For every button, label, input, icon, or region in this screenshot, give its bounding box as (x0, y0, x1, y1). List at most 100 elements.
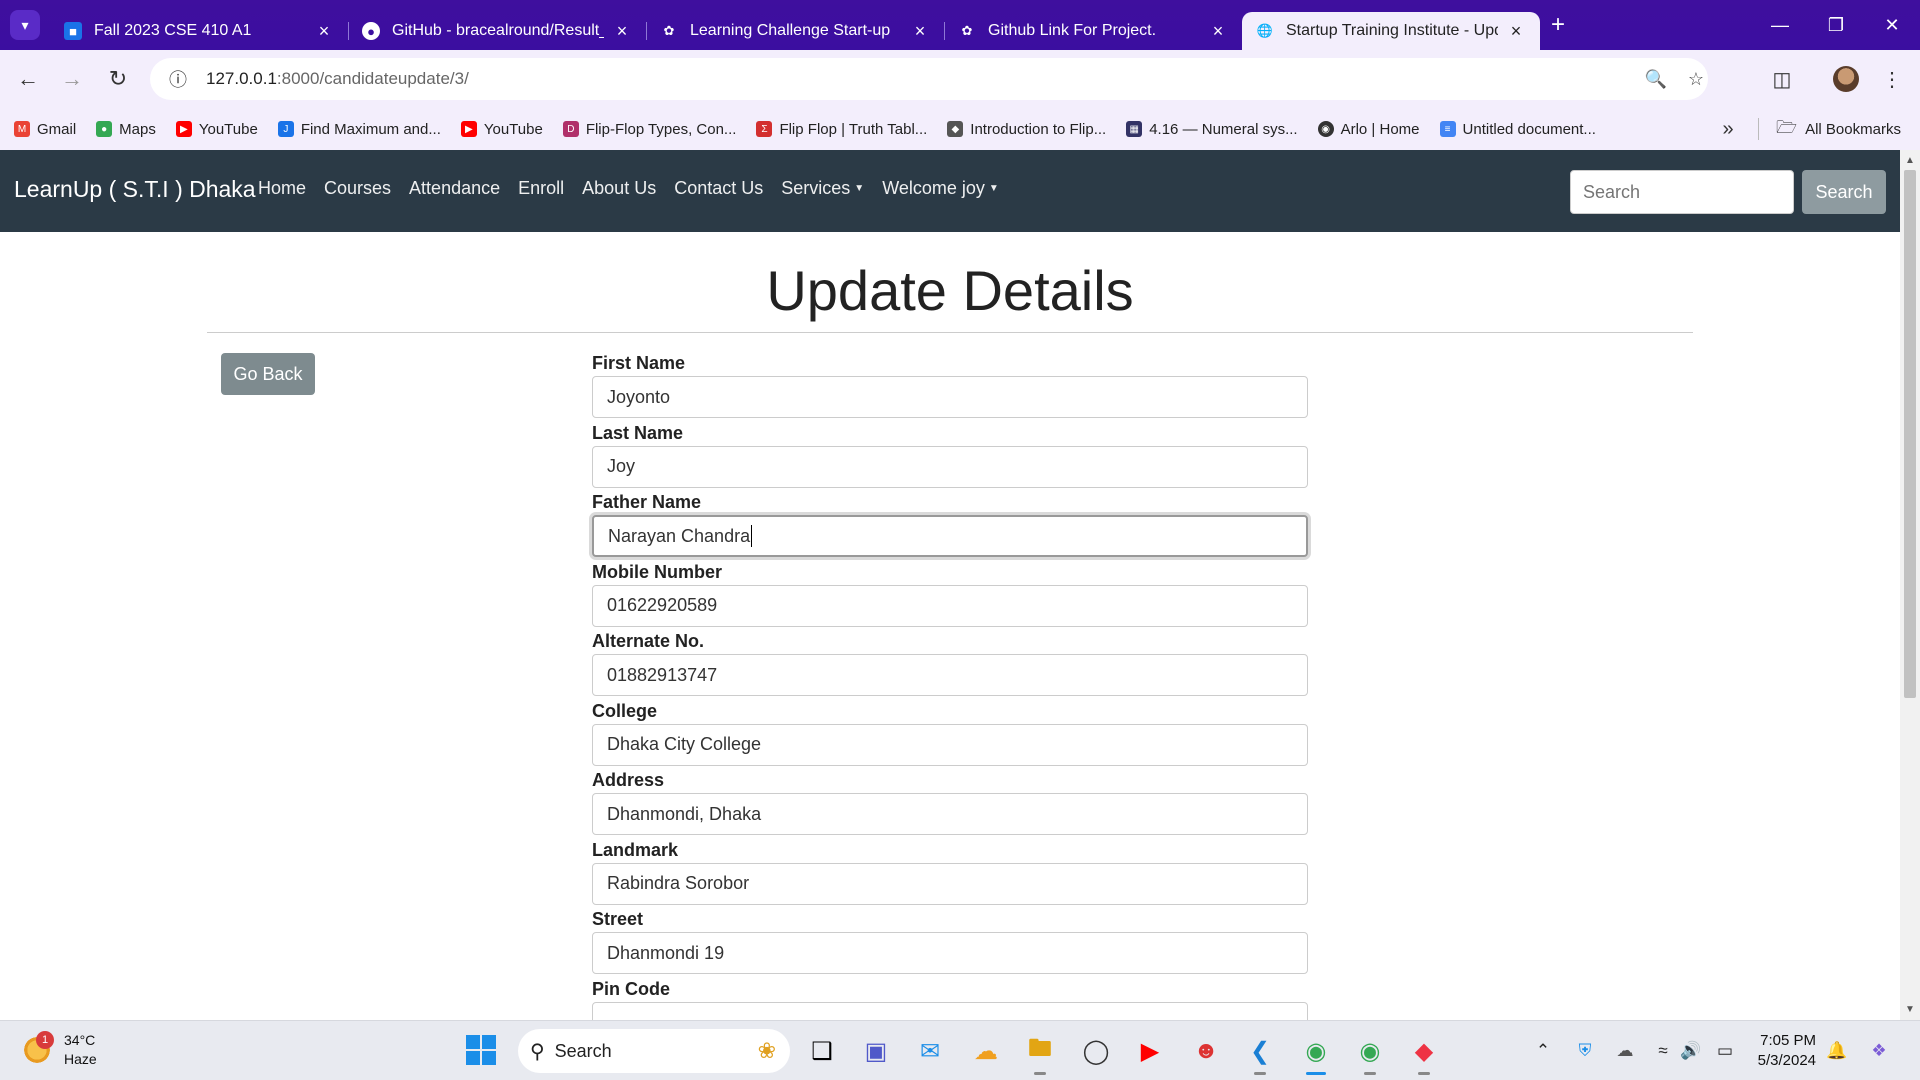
chevron-up-icon[interactable]: ⌃ (1528, 1031, 1558, 1071)
chrome-icon[interactable]: ◉ (1296, 1031, 1336, 1075)
chrome-profile-icon[interactable]: ◉ (1350, 1031, 1390, 1075)
vscode-icon[interactable]: ❮ (1240, 1031, 1280, 1075)
tab-title: GitHub - bracealround/Result_P (392, 22, 604, 39)
close-icon[interactable]: × (314, 21, 334, 41)
bookmark-star-icon[interactable]: ☆ (1676, 58, 1716, 100)
street-field[interactable]: Dhanmondi 19 (592, 932, 1308, 974)
minimize-icon[interactable]: — (1752, 0, 1808, 50)
youtube-app-icon[interactable]: ▶ (1130, 1031, 1170, 1071)
youtube-icon: ▶ (460, 121, 477, 137)
battery-icon[interactable]: ▭ (1710, 1031, 1740, 1071)
college-field[interactable]: Dhaka City College (592, 723, 1308, 766)
nav-attendance[interactable]: Attendance (409, 178, 500, 199)
alternate-no-group: Alternate No. 01882913747 (592, 628, 1308, 698)
menu-kebab-icon[interactable]: ⋮ (1872, 60, 1912, 98)
forward-arrow-icon[interactable]: → (54, 64, 90, 94)
volume-icon[interactable]: 🔊 (1676, 1031, 1706, 1071)
reload-icon[interactable]: ↻ (100, 64, 136, 94)
go-back-button[interactable]: Go Back (221, 353, 315, 395)
windows-start-icon[interactable] (466, 1035, 496, 1065)
nav-services-dropdown[interactable]: Services ▼ (781, 178, 864, 199)
nav-courses[interactable]: Courses (324, 178, 391, 199)
bookmark-flipflop-types[interactable]: D Flip-Flop Types, Con... (562, 121, 736, 138)
system-clock[interactable]: 7:05 PM 5/3/2024 (1752, 1031, 1816, 1071)
restore-icon[interactable]: ❐ (1808, 0, 1864, 50)
sigma-icon: Σ (756, 121, 773, 137)
bookmark-find-maximum[interactable]: J Find Maximum and... (277, 120, 441, 138)
close-icon[interactable]: × (612, 21, 632, 41)
weather-widget[interactable]: 1 34°C Haze (22, 1031, 97, 1069)
nav-contact-us[interactable]: Contact Us (674, 178, 763, 199)
father-name-field[interactable]: Narayan Chandra (592, 515, 1308, 557)
site-info-icon[interactable]: ⓘ (158, 59, 198, 99)
bookmark-label: Flip Flop | Truth Tabl... (779, 120, 928, 138)
copilot-icon[interactable]: ❖ (1864, 1031, 1894, 1071)
address-bar[interactable]: ⓘ 127.0.0.1:8000/candidateupdate/3/ 🔍 ☆ (150, 58, 1708, 100)
father-name-label: Father Name (592, 492, 702, 512)
wifi-icon[interactable]: ≈ (1648, 1031, 1678, 1071)
scrollbar-thumb[interactable] (1904, 170, 1916, 698)
bookmark-arlo[interactable]: ◉ Arlo | Home (1317, 121, 1420, 138)
teams-icon[interactable]: ▣ (856, 1031, 896, 1071)
bookmark-youtube-2[interactable]: ▶ YouTube (460, 121, 543, 138)
zoom-icon[interactable]: 🔍 (1636, 58, 1676, 100)
mail-icon[interactable]: ✉ (910, 1031, 950, 1071)
tab-startup-training[interactable]: 🌐 Startup Training Institute - Upd × (1242, 12, 1540, 50)
alternate-no-field[interactable]: 01882913747 (592, 654, 1308, 696)
security-shield-icon[interactable]: ⛨ (1570, 1031, 1600, 1071)
back-arrow-icon[interactable]: ← (10, 64, 46, 94)
tab-classroom[interactable]: ■ Fall 2023 CSE 410 A1 × (50, 12, 348, 50)
address-field[interactable]: Dhanmondi, Dhaka (592, 793, 1308, 835)
all-bookmarks-button[interactable]: 🗁 All Bookmarks (1776, 108, 1901, 150)
url-host: 127.0.0.1 (206, 69, 277, 88)
tab-search-dropdown-icon[interactable]: ▾ (10, 10, 40, 40)
site-brand[interactable]: LearnUp ( S.T.I ) Dhaka (14, 176, 256, 203)
search-button[interactable]: Search (1802, 170, 1886, 214)
bookmark-youtube[interactable]: ▶ YouTube (175, 121, 258, 138)
close-icon[interactable]: × (910, 21, 930, 41)
tab-learning-challenge[interactable]: ✿ Learning Challenge Start-up × (646, 12, 944, 50)
close-icon[interactable]: × (1506, 21, 1526, 41)
mobile-number-field[interactable]: 01622920589 (592, 584, 1308, 627)
bookmark-maps[interactable]: ● Maps (96, 121, 156, 138)
window-close-icon[interactable]: ✕ (1864, 0, 1920, 50)
scroll-up-arrow-icon[interactable]: ▲ (1903, 153, 1917, 167)
new-tab-button[interactable]: + (1544, 10, 1572, 40)
bookmark-flipflop-truth[interactable]: Σ Flip Flop | Truth Tabl... (756, 121, 927, 138)
search-input[interactable] (1570, 170, 1794, 214)
onedrive-cloud-icon[interactable]: ☁ (1610, 1031, 1640, 1071)
college-group: College Dhaka City College (592, 698, 1308, 768)
search-icon: ⚲ (530, 1040, 545, 1063)
last-name-field[interactable]: Joy (592, 445, 1308, 488)
landmark-field[interactable]: Rabindra Sorobor (592, 862, 1308, 905)
tab-github-link[interactable]: ✿ Github Link For Project. × (944, 12, 1242, 50)
bookmark-gmail[interactable]: M Gmail (14, 121, 76, 138)
bookmark-label: Find Maximum and... (300, 120, 441, 138)
git-icon[interactable]: ◆ (1404, 1031, 1444, 1075)
nav-user-dropdown[interactable]: Welcome joy ▼ (882, 178, 999, 199)
chevron-double-right-icon[interactable]: » (1716, 108, 1740, 150)
pin-code-field[interactable] (592, 1001, 1308, 1020)
first-name-field[interactable]: Joyonto (592, 376, 1308, 418)
bookmark-intro-flip[interactable]: ◆ Introduction to Flip... (947, 121, 1106, 138)
scroll-down-arrow-icon[interactable]: ▼ (1903, 1002, 1917, 1016)
tab-github[interactable]: ● GitHub - bracealround/Result_P × (348, 12, 646, 50)
url-text[interactable]: 127.0.0.1:8000/candidateupdate/3/ (206, 69, 469, 89)
file-explorer-icon[interactable]: 🖿 (1020, 1031, 1060, 1075)
nav-enroll[interactable]: Enroll (518, 178, 564, 199)
profile-avatar[interactable] (1826, 60, 1866, 98)
nav-about-us[interactable]: About Us (582, 178, 656, 199)
nav-home[interactable]: Home (258, 178, 306, 199)
app-face-icon[interactable]: ☻ (1186, 1031, 1226, 1071)
close-icon[interactable]: × (1208, 21, 1228, 41)
taskbar-search[interactable]: ⚲ Search ❀ (518, 1029, 790, 1073)
taskbar-search-label: Search (554, 1040, 612, 1061)
task-view-icon[interactable]: ❑ (802, 1031, 842, 1071)
obs-icon[interactable]: ◯ (1076, 1031, 1116, 1071)
bookmark-untitled-doc[interactable]: ≡ Untitled document... (1439, 121, 1596, 138)
weather-app-icon[interactable]: ☁ (966, 1031, 1006, 1071)
notification-bell-icon[interactable]: 🔔 (1822, 1031, 1852, 1071)
mobile-number-value: 01622920589 (607, 595, 718, 615)
bookmark-numeral-sys[interactable]: ▦ 4.16 — Numeral sys... (1126, 121, 1298, 138)
extensions-icon[interactable]: ◫ (1762, 60, 1802, 98)
